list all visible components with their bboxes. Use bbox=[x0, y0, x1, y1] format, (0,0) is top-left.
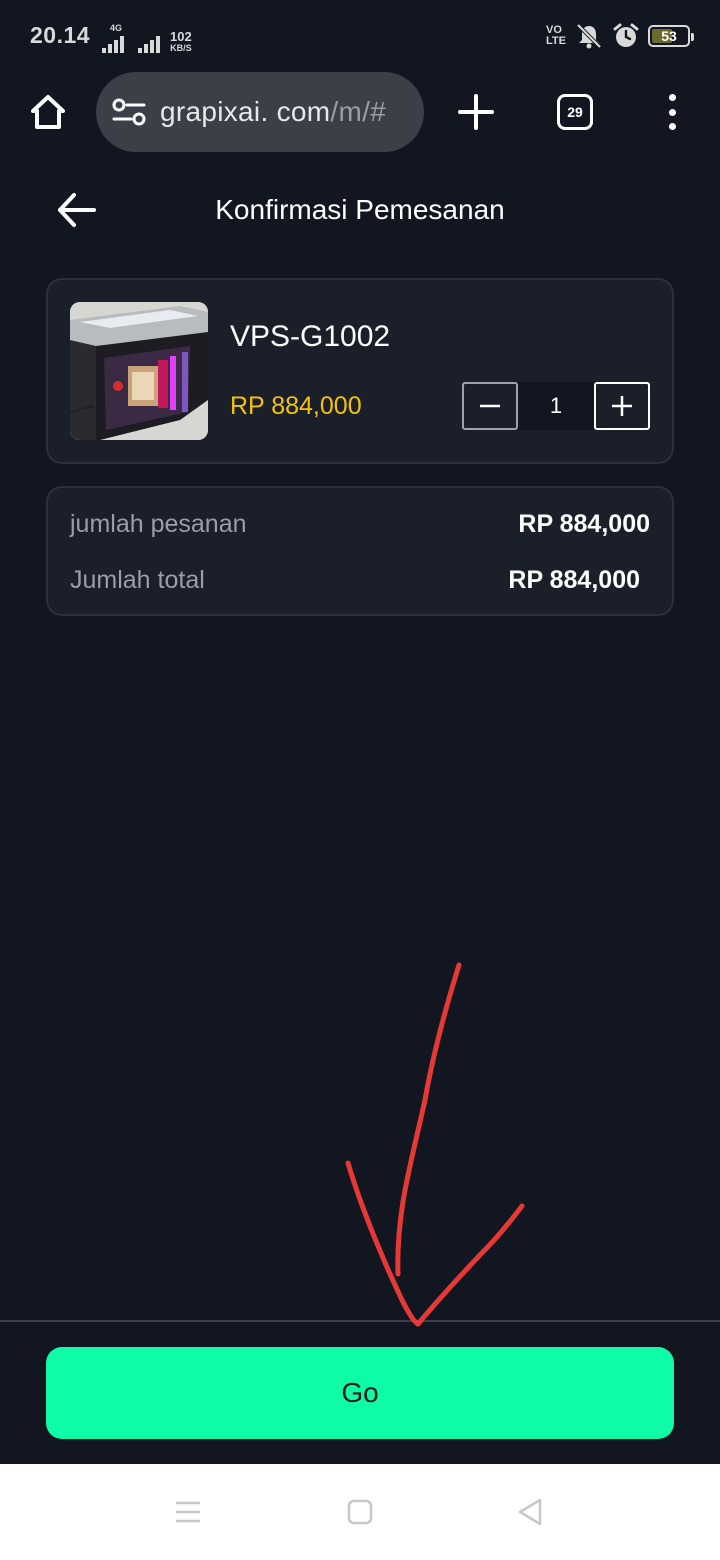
network-speed: 102 KB/S bbox=[170, 29, 192, 53]
order-amount-label: jumlah pesanan bbox=[70, 509, 247, 538]
battery-level: 53 bbox=[661, 28, 677, 44]
home-button[interactable] bbox=[24, 86, 72, 138]
mobile-data-icon: 4G bbox=[102, 24, 124, 53]
alarm-icon bbox=[613, 23, 639, 47]
total-row: Jumlah total RP 884,000 bbox=[70, 560, 640, 600]
address-bar[interactable]: grapixai. com/m/# bbox=[96, 72, 424, 152]
product-name: VPS-G1002 bbox=[230, 320, 391, 353]
home-nav-button[interactable] bbox=[340, 1494, 380, 1530]
increase-quantity-button[interactable] bbox=[594, 382, 650, 430]
order-amount-row: jumlah pesanan RP 884,000 bbox=[70, 504, 650, 544]
status-time: 20.14 bbox=[30, 22, 91, 48]
system-indicators: VO LTE 53 bbox=[546, 22, 694, 50]
product-card: VPS-G1002 RP 884,000 1 bbox=[46, 278, 674, 464]
recents-icon bbox=[176, 1501, 200, 1523]
back-triangle-icon bbox=[518, 1498, 542, 1526]
mute-icon bbox=[576, 23, 602, 49]
system-nav-bar bbox=[0, 1464, 720, 1560]
go-button[interactable]: Go bbox=[46, 1347, 674, 1439]
home-square-icon bbox=[347, 1499, 373, 1525]
signal-icon-1 bbox=[102, 33, 124, 53]
page-title: Konfirmasi Pemesanan bbox=[215, 194, 505, 225]
url-path: /m/# bbox=[330, 96, 387, 127]
volte-line-2: LTE bbox=[546, 35, 566, 47]
home-icon bbox=[31, 95, 65, 129]
footer-divider bbox=[0, 1320, 720, 1322]
product-price: RP 884,000 bbox=[230, 392, 362, 420]
order-amount-value: RP 884,000 bbox=[518, 509, 650, 538]
plus-icon bbox=[612, 396, 632, 416]
browser-toolbar: grapixai. com/m/# 29 bbox=[0, 72, 720, 154]
pc-case-photo bbox=[70, 302, 208, 440]
url-text: grapixai. com/m/# bbox=[160, 96, 386, 128]
total-label: Jumlah total bbox=[70, 565, 205, 594]
url-domain: grapixai. com bbox=[160, 96, 331, 127]
status-bar: 20.14 4G 102 KB/S VO LTE 53 bbox=[0, 0, 720, 72]
battery-icon: 53 bbox=[648, 25, 694, 47]
recents-button[interactable] bbox=[168, 1494, 208, 1530]
back-nav-button[interactable] bbox=[510, 1494, 550, 1530]
product-image bbox=[70, 302, 208, 440]
quantity-stepper: 1 bbox=[462, 382, 650, 430]
volte-icon: VO LTE bbox=[546, 25, 566, 47]
network-indicators: 4G 102 KB/S bbox=[102, 24, 192, 53]
quantity-value[interactable]: 1 bbox=[518, 382, 594, 430]
decrease-quantity-button[interactable] bbox=[462, 382, 518, 430]
signal-icon-2 bbox=[138, 33, 160, 53]
new-tab-icon[interactable] bbox=[456, 92, 496, 132]
order-summary-card: jumlah pesanan RP 884,000 Jumlah total R… bbox=[46, 486, 674, 616]
speed-value: 102 bbox=[170, 29, 192, 44]
site-settings-icon[interactable] bbox=[112, 97, 146, 127]
speed-unit: KB/S bbox=[170, 43, 192, 53]
tab-switcher-button[interactable]: 29 bbox=[557, 94, 593, 130]
overflow-menu-icon[interactable] bbox=[660, 94, 684, 130]
page-header: Konfirmasi Pemesanan bbox=[0, 170, 720, 250]
minus-icon bbox=[480, 404, 500, 408]
network-type: 4G bbox=[110, 23, 123, 33]
total-value: RP 884,000 bbox=[508, 565, 640, 594]
